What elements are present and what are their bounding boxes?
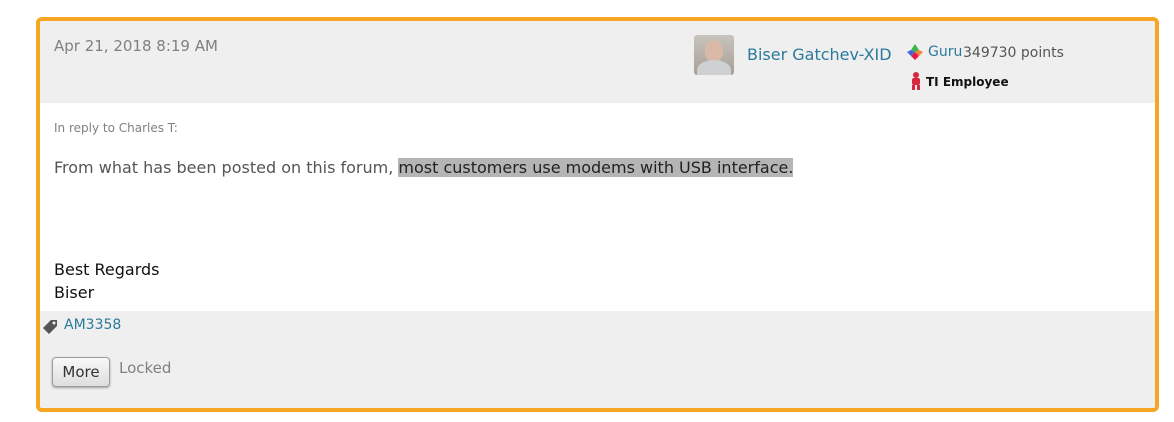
reply-to-text: In reply to Charles T: xyxy=(54,121,178,135)
rank-label[interactable]: Guru xyxy=(928,44,962,60)
post-message: From what has been posted on this forum,… xyxy=(54,158,794,177)
tag-icon xyxy=(41,318,59,336)
more-button[interactable]: More xyxy=(52,357,110,387)
signature-line-1: Best Regards xyxy=(54,260,160,279)
avatar-shoulders xyxy=(697,60,731,75)
highlighted-text: most customers use modems with USB inter… xyxy=(398,158,794,177)
author-avatar[interactable] xyxy=(694,35,734,75)
post-date: Apr 21, 2018 8:19 AM xyxy=(54,37,218,55)
message-lead-text: From what has been posted on this forum, xyxy=(54,158,399,177)
avatar-head xyxy=(705,40,723,62)
employee-badge-label: TI Employee xyxy=(926,75,1009,89)
guru-rank-icon xyxy=(906,43,924,61)
author-points: 349730 points xyxy=(963,45,1064,61)
author-name-link[interactable]: Biser Gatchev-XID xyxy=(747,45,892,64)
signature-line-2: Biser xyxy=(54,283,95,302)
ti-employee-icon xyxy=(909,71,923,91)
locked-status: Locked xyxy=(119,359,172,377)
tag-link[interactable]: AM3358 xyxy=(64,317,121,333)
post-body: In reply to Charles T: From what has bee… xyxy=(40,103,1155,311)
post-header: Apr 21, 2018 8:19 AM Biser Gatchev-XID G… xyxy=(40,21,1155,103)
post-footer: AM3358 More Locked xyxy=(40,311,1155,408)
signature: Best Regards Biser xyxy=(54,258,160,304)
forum-post-card: Apr 21, 2018 8:19 AM Biser Gatchev-XID G… xyxy=(36,17,1159,412)
